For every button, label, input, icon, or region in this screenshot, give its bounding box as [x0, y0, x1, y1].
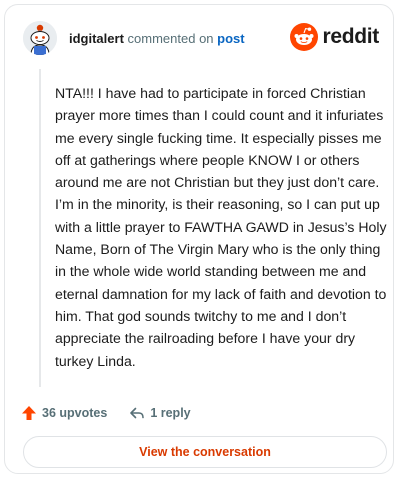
action-text: commented on — [127, 31, 214, 46]
brand-wordmark: reddit — [322, 25, 379, 48]
reply-button[interactable]: 1 reply — [129, 405, 191, 421]
reply-count: 1 reply — [150, 406, 191, 420]
upvote-button[interactable]: 36 upvotes — [21, 405, 107, 421]
view-conversation-button[interactable]: View the conversation — [23, 436, 387, 468]
username[interactable]: idgitalert — [69, 31, 124, 46]
snoo-avatar-icon — [23, 21, 57, 55]
post-link[interactable]: post — [217, 31, 244, 46]
comment-body: NTA!!! I have had to participate in forc… — [55, 85, 387, 369]
comment-meta: idgitalert commented on post — [69, 31, 245, 46]
reddit-logo-icon — [290, 23, 319, 51]
avatar[interactable] — [23, 21, 57, 55]
reply-arrow-icon — [130, 407, 145, 419]
arrow-up-icon — [22, 406, 36, 420]
comment-card: idgitalert commented on post reddit NTA!… — [4, 4, 394, 474]
comment-header: idgitalert commented on post reddit — [23, 21, 379, 57]
upvote-count: 36 upvotes — [42, 406, 108, 420]
reddit-brand[interactable]: reddit — [290, 21, 379, 53]
comment-actions: 36 upvotes 1 reply — [21, 403, 191, 423]
thread-line — [39, 69, 41, 387]
